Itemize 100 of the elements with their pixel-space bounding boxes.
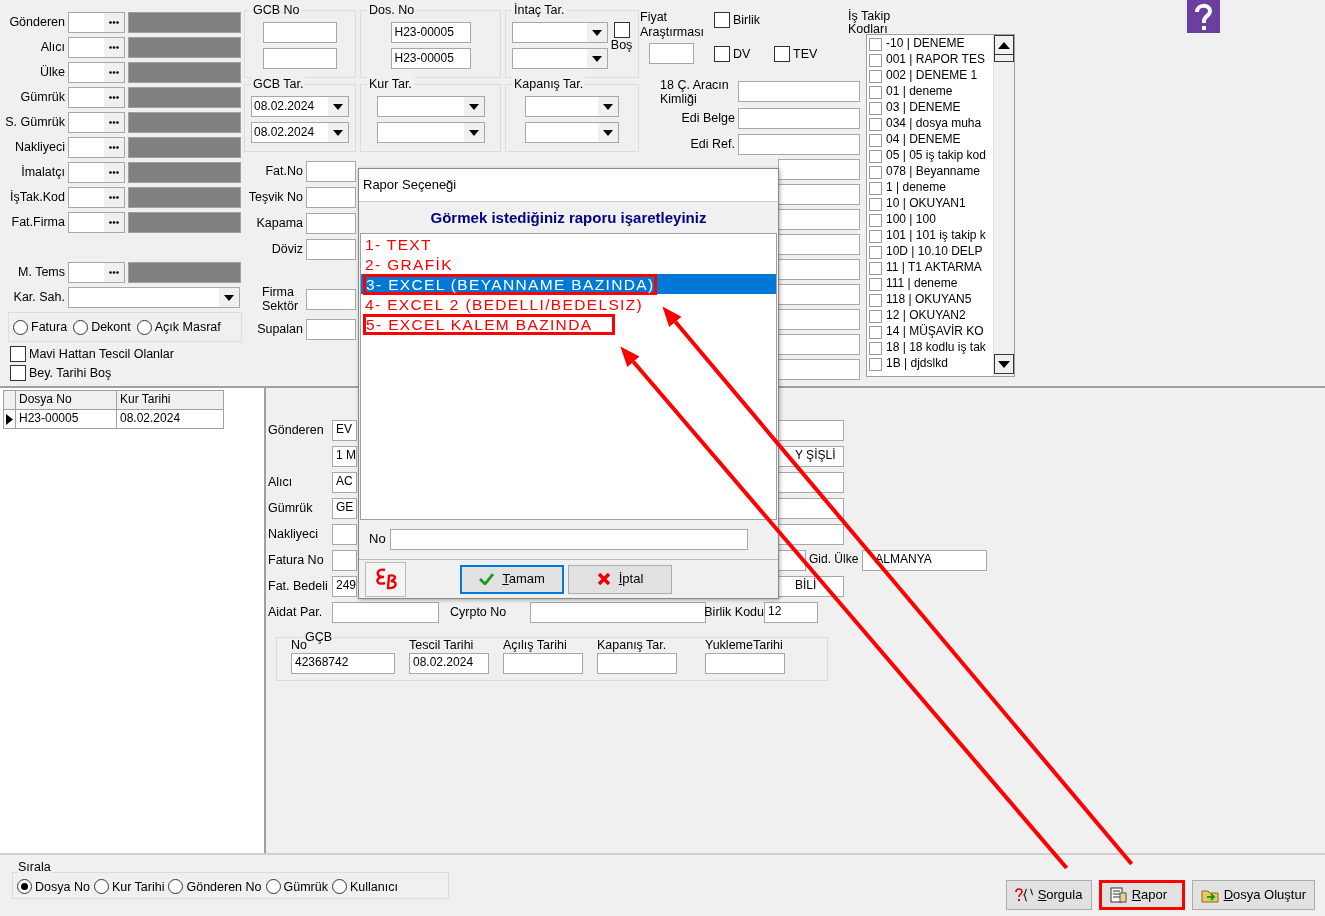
list-item[interactable]: 1B | djdslkd	[886, 357, 948, 371]
table-cell: H23-00005	[15, 409, 117, 429]
field-label: Kapama	[255, 215, 304, 231]
list-item[interactable]: 118 | OKUYAN5	[886, 293, 972, 307]
text-field[interactable]: EV	[332, 419, 357, 441]
field-label: Gönderen	[8, 15, 66, 30]
text-field[interactable]: AC	[332, 471, 357, 493]
list-item[interactable]: 14 | MÜŞAVİR KO	[886, 325, 984, 339]
list-item[interactable]: 111 | deneme	[886, 277, 958, 291]
text-field[interactable]: ALMANYA	[862, 549, 988, 571]
list-item[interactable]: 10D | 10.10 DELP	[886, 245, 983, 259]
text-field[interactable]: H23-00005	[390, 22, 471, 44]
dialog-title: Rapor Seçeneği	[359, 169, 778, 201]
option-label: 4- EXCEL 2 (BEDELLI/BEDELSIZ)	[364, 294, 645, 314]
dropdown-field[interactable]: 08.02.2024	[251, 96, 349, 118]
list-item[interactable]: 03 | DENEME	[886, 101, 961, 115]
field-label: İşTak.Kod	[9, 190, 66, 205]
radio-label: Fatura	[31, 319, 68, 335]
field-label: Gümrük	[268, 500, 314, 516]
checkbox-label: Mavi Hattan Tescil Olanlar	[29, 346, 174, 362]
radio-label: Gümrük	[283, 879, 328, 895]
table-cell: 08.02.2024	[116, 409, 224, 429]
field-label: Tescil Tarihi	[409, 638, 475, 653]
report-option[interactable]: 5- EXCEL KALEM BAZINDA	[361, 314, 776, 334]
radio-label: Açık Masraf	[154, 319, 221, 335]
field-label: Firma Sektör	[262, 284, 300, 314]
report-option[interactable]: 3- EXCEL (BEYANNAME BAZINDA)	[361, 274, 776, 294]
checkbox-label: Boş	[610, 38, 633, 53]
group-title: Kapanış Tar.	[512, 77, 586, 92]
column-header[interactable]: Dosya No	[15, 390, 117, 410]
field-label: Teşvik No	[247, 189, 304, 205]
report-option[interactable]: 1- TEXT	[361, 234, 776, 254]
list-item[interactable]: 11 | T1 AKTARMA	[886, 261, 982, 275]
list-item[interactable]: 18 | 18 kodlu iş tak	[886, 341, 986, 355]
field-label: Fat. Bedeli	[268, 578, 329, 594]
field-label: Alıcı	[39, 40, 66, 55]
list-item[interactable]: 01 | deneme	[886, 85, 953, 99]
option-label: 1- TEXT	[364, 234, 433, 254]
radio-label: Kur Tarihi	[111, 879, 165, 895]
list-item[interactable]: 04 | DENEME	[886, 133, 961, 147]
field-label: Gümrük	[19, 90, 66, 105]
list-item[interactable]: 1 | deneme	[886, 181, 946, 195]
field-label: Birlik Kodu	[704, 604, 765, 620]
checkbox-label: Bey. Tarihi Boş	[29, 365, 112, 381]
text-field[interactable]: 249	[332, 575, 357, 597]
field-label: Edi Belge	[680, 110, 736, 126]
text-field[interactable]: 12	[764, 601, 819, 623]
field-label: Kapanış Tar.	[597, 638, 668, 653]
report-option[interactable]: 2- GRAFİK	[361, 254, 776, 274]
action-button[interactable]: Dosya Oluştur	[1191, 880, 1315, 910]
checkbox-label: DV	[733, 46, 751, 62]
radio-label: Dekont	[91, 319, 131, 335]
list-item[interactable]: 10 | OKUYAN1	[886, 197, 966, 211]
text-field[interactable]: 1 M	[332, 445, 357, 467]
list-item[interactable]: 101 | 101 iş takip k	[886, 229, 986, 243]
radio-label: Dosya No	[35, 879, 90, 895]
checkbox-label: Birlik	[733, 12, 761, 28]
radio-label: Gönderen No	[186, 879, 262, 895]
checkbox-label: TEV	[793, 46, 818, 62]
report-option[interactable]: 4- EXCEL 2 (BEDELLI/BEDELSIZ)	[361, 294, 776, 314]
list-item[interactable]: 05 | 05 iş takip kod	[886, 149, 986, 163]
field-label: Alıcı	[268, 474, 294, 490]
list-item[interactable]: 078 | Beyanname	[886, 165, 980, 179]
list-title: İş Takip Kodları	[848, 10, 892, 34]
list-item[interactable]: 12 | OKUYAN2	[886, 309, 966, 323]
field-label: Supalan	[256, 321, 304, 337]
field-label: No	[369, 532, 386, 547]
text-field[interactable]: 42368742	[291, 652, 395, 674]
field-label: M. Tems	[17, 265, 66, 280]
text-field[interactable]: GE	[332, 497, 357, 519]
group-title: Sırala	[18, 860, 51, 875]
text-field[interactable]: 08.02.2024	[409, 652, 489, 674]
option-label: 2- GRAFİK	[364, 254, 454, 274]
field-label: Ülke	[39, 65, 66, 80]
field-label: Edi Ref.	[689, 136, 736, 152]
list-item[interactable]: -10 | DENEME	[886, 37, 965, 51]
column-header[interactable]: Kur Tarihi	[116, 390, 224, 410]
field-label: Gid. Ülke	[809, 553, 859, 567]
action-button[interactable]: Sorgula	[1005, 880, 1092, 910]
field-label: 18 Ç. Aracın Kimliği	[659, 77, 730, 106]
field-label: Fat.No	[264, 163, 304, 179]
field-label: Gönderen	[268, 422, 325, 438]
field-label: Açılış Tarihi	[503, 638, 568, 653]
field-label: İmalatçı	[20, 165, 66, 180]
action-button[interactable]: Rapor	[1098, 880, 1185, 910]
option-label: 3- EXCEL (BEYANNAME BAZINDA)	[363, 273, 658, 295]
list-item[interactable]: 100 | 100	[886, 213, 936, 227]
field-label: Fatura No	[268, 552, 325, 568]
list-item[interactable]: 001 | RAPOR TES	[886, 53, 985, 67]
field-label: Cyrpto No	[450, 604, 507, 620]
field-label: Aidat Par.	[268, 604, 324, 620]
field-label: Nakliyeci	[14, 140, 66, 155]
dropdown-field[interactable]: 08.02.2024	[251, 122, 349, 144]
list-item[interactable]: 002 | DENEME 1	[886, 69, 978, 83]
dialog-button[interactable]: Tamam	[460, 564, 564, 594]
field-label: Fiyat Araştırması	[640, 10, 705, 40]
list-item[interactable]: 034 | dosya muha	[886, 117, 982, 131]
dialog-button[interactable]: İptal	[568, 564, 672, 594]
text-field[interactable]: H23-00005	[390, 48, 471, 70]
field-label: YuklemeTarihi	[705, 638, 784, 653]
